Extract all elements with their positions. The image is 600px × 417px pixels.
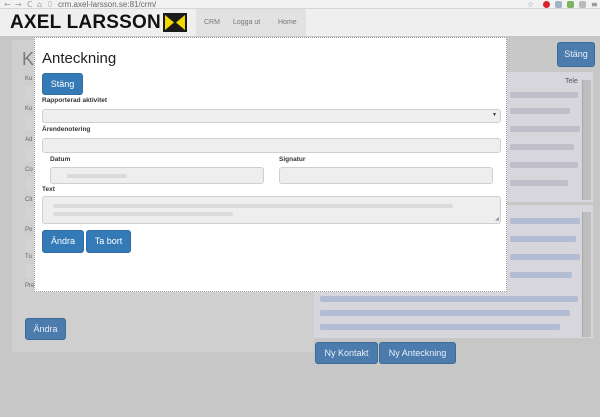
background-input	[25, 295, 300, 313]
background-page-title: K	[22, 49, 35, 69]
nav-link-crm[interactable]: CRM	[204, 9, 220, 36]
blurred-text	[510, 144, 574, 150]
background-edit-button[interactable]: Ändra	[25, 318, 66, 340]
address-bar[interactable]: crm.axel-larsson.se:81/crm/	[58, 0, 156, 9]
blurred-text	[67, 174, 127, 178]
nav-link-home[interactable]: Home	[278, 9, 297, 36]
background-field-label: Pre	[25, 283, 35, 289]
home-icon[interactable]: ⌂	[37, 0, 42, 9]
contacts-scrollbar[interactable]	[582, 80, 591, 200]
case-note-input[interactable]	[42, 138, 501, 153]
bookmark-star-icon[interactable]: ☆	[527, 0, 534, 9]
blurred-text	[53, 204, 453, 208]
background-field-label: Ku	[25, 76, 33, 82]
extension-icon[interactable]	[555, 1, 562, 8]
blurred-text	[320, 310, 570, 316]
blurred-text	[510, 254, 580, 260]
text-label: Text	[42, 186, 55, 193]
reported-activity-select[interactable]: ▼	[42, 109, 501, 123]
blurred-text	[510, 218, 580, 224]
modal-title: Anteckning	[42, 50, 117, 67]
blurred-text	[320, 296, 578, 302]
chevron-down-icon: ▼	[492, 112, 497, 118]
opera-extension-icon[interactable]	[543, 1, 550, 8]
note-textarea[interactable]: ◢	[42, 196, 501, 224]
background-field-label: Tu	[25, 254, 32, 260]
logo-icon	[163, 13, 187, 32]
notes-scrollbar[interactable]	[582, 212, 591, 337]
evernote-extension-icon[interactable]	[567, 1, 574, 8]
blurred-text	[510, 162, 578, 168]
background-column-header: Tele	[565, 78, 578, 85]
back-icon[interactable]: ←	[4, 0, 11, 9]
background-field-label: Ko	[25, 106, 33, 112]
blurred-text	[510, 108, 570, 114]
nav-link-logout[interactable]: Logga ut	[233, 9, 260, 36]
modal-close-button[interactable]: Stäng	[42, 73, 83, 95]
blurred-text	[510, 180, 568, 186]
background-field-label: Co	[25, 167, 33, 173]
menu-icon[interactable]: ≡	[591, 0, 598, 9]
edit-button[interactable]: Ändra	[42, 230, 84, 253]
top-nav: CRM Logga ut Home	[196, 9, 306, 36]
date-label: Datum	[50, 156, 71, 163]
forward-icon[interactable]: →	[15, 0, 22, 9]
note-modal: Anteckning Stäng Rapporterad aktivitet ▼…	[34, 37, 507, 292]
reported-activity-label: Rapporterad aktivitet	[42, 97, 108, 104]
blurred-text	[53, 212, 233, 216]
blurred-text	[510, 92, 578, 98]
extension-icon[interactable]	[579, 1, 586, 8]
case-note-label: Ärendenotering	[42, 126, 91, 133]
date-input[interactable]	[50, 167, 264, 184]
new-contact-button[interactable]: Ny Kontakt	[315, 342, 378, 364]
logo-text: AXEL LARSSON	[10, 12, 161, 33]
background-close-button[interactable]: Stäng	[557, 42, 595, 67]
background-field-label: Ad	[25, 137, 33, 143]
reload-icon[interactable]: C	[27, 0, 33, 9]
background-field-label: Po	[25, 227, 33, 233]
browser-toolbar: ← → C ⌂ ▯ crm.axel-larsson.se:81/crm/ ☆ …	[0, 0, 600, 9]
blurred-text	[510, 126, 580, 132]
blurred-text	[510, 272, 572, 278]
site-header: AXEL LARSSON CRM Logga ut Home	[0, 9, 600, 36]
background-field-label: Cit	[25, 197, 33, 203]
signature-label: Signatur	[279, 156, 306, 163]
page-icon: ▯	[48, 0, 52, 8]
new-note-button[interactable]: Ny Anteckning	[379, 342, 456, 364]
delete-button[interactable]: Ta bort	[86, 230, 131, 253]
blurred-text	[510, 236, 576, 242]
resize-handle-icon[interactable]: ◢	[495, 216, 499, 222]
blurred-text	[320, 324, 560, 330]
signature-input[interactable]	[279, 167, 493, 184]
